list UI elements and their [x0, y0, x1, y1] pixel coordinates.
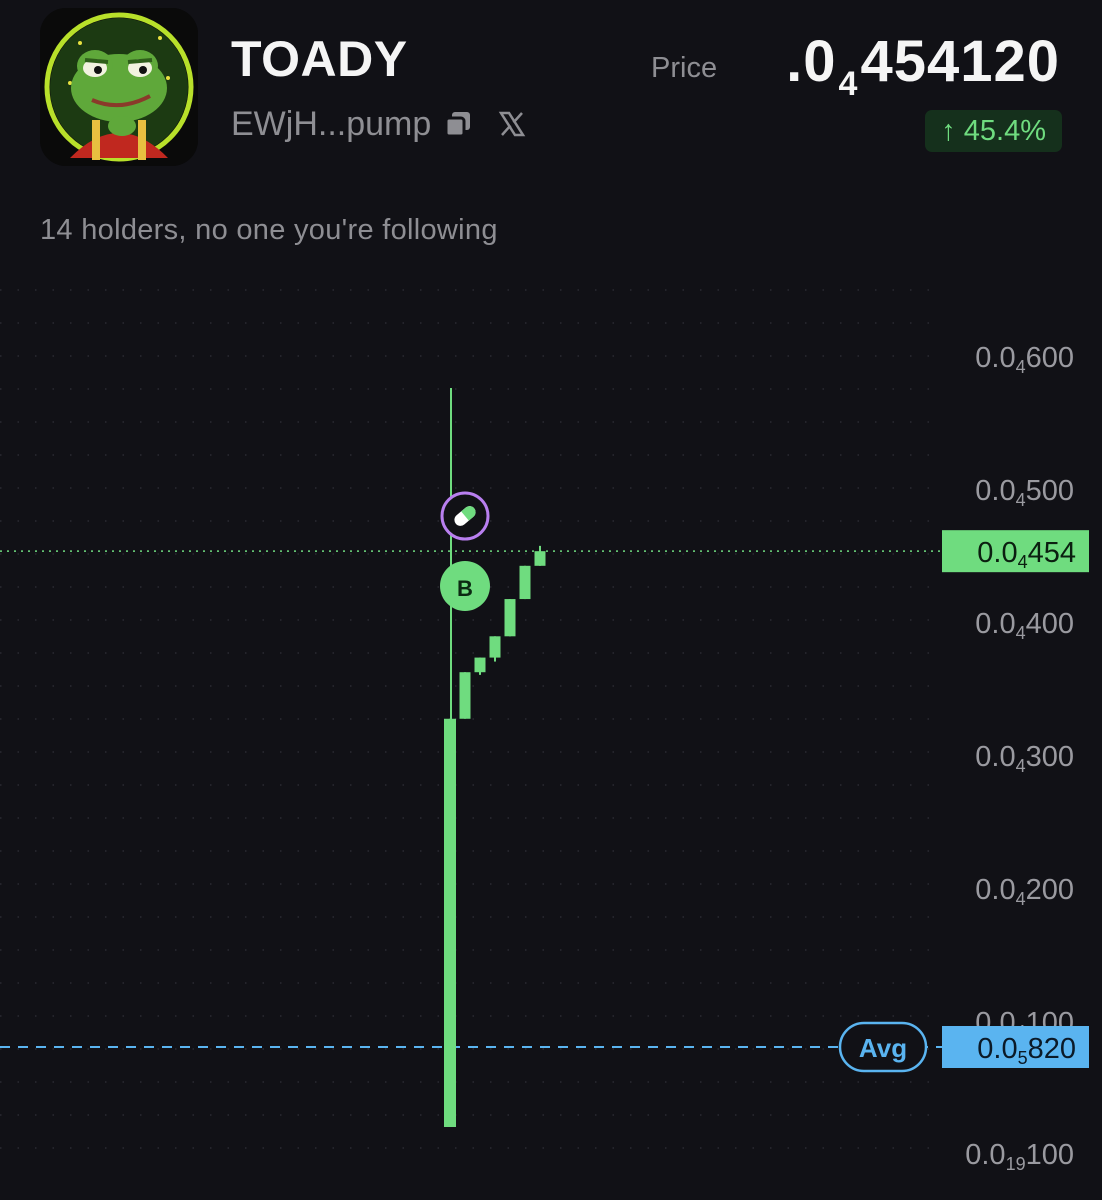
x-social-icon[interactable] [497, 109, 527, 139]
candle [534, 551, 546, 566]
frog-avatar-icon [40, 8, 198, 166]
current-price-tag-text: 0.04454 [977, 537, 1076, 572]
price-value: .04454120 [786, 28, 1060, 103]
price-digits: 454120 [860, 29, 1060, 94]
y-tick-label: 0.04500 [975, 475, 1074, 510]
price-change-badge: ↑ 45.4% [925, 110, 1062, 152]
y-tick-label: 0.04200 [975, 874, 1074, 909]
avg-price-tag-text: 0.05820 [977, 1033, 1076, 1068]
candle [489, 636, 501, 658]
avg-label: Avg [859, 1033, 907, 1063]
holders-summary: 14 holders, no one you're following [40, 214, 498, 246]
y-tick-label: 0.04600 [975, 342, 1074, 377]
buy-marker-label: B [457, 576, 473, 601]
candle [474, 657, 486, 673]
chart-grid [0, 289, 930, 1149]
candle [519, 565, 531, 600]
price-prefix: .0 [786, 29, 837, 94]
candle [444, 718, 456, 1127]
y-tick-label: 0.019100 [965, 1139, 1074, 1174]
address-row: EWjH...pump [231, 104, 527, 144]
token-address[interactable]: EWjH...pump [231, 105, 431, 144]
copy-icon[interactable] [443, 109, 473, 139]
token-name: TOADY [231, 31, 408, 87]
trade-markers: B [440, 491, 490, 611]
candle [504, 599, 516, 637]
y-tick-label: 0.04400 [975, 608, 1074, 643]
price-chart[interactable]: 0.046000.045000.044000.043000.042000.041… [0, 260, 1102, 1200]
token-avatar [40, 8, 198, 166]
price-zero-count: 4 [838, 65, 859, 103]
y-tick-label: 0.04300 [975, 741, 1074, 776]
price-guides [0, 550, 945, 1048]
price-label: Price [651, 52, 718, 84]
candle [459, 672, 471, 719]
